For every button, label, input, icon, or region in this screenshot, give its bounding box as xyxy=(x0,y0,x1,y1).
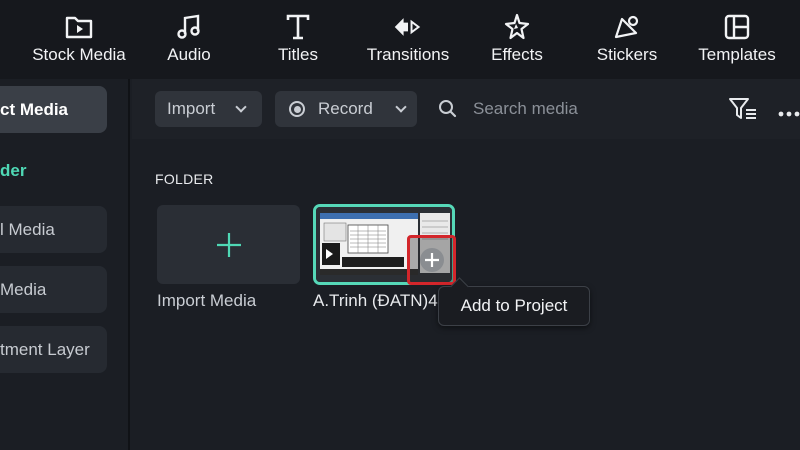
tab-audio[interactable]: Audio xyxy=(160,0,218,79)
tab-transitions[interactable]: Transitions xyxy=(364,0,452,79)
sidebar-item-cloud-media[interactable]: Media xyxy=(0,266,107,313)
tab-label: Titles xyxy=(278,45,318,64)
filter-icon[interactable] xyxy=(728,96,758,127)
sidebar-folder-label[interactable]: der xyxy=(0,161,26,181)
import-dropdown[interactable]: Import xyxy=(155,91,262,127)
search-icon xyxy=(438,99,458,124)
tab-stock-media[interactable]: Stock Media xyxy=(31,0,127,79)
sidebar-item-label: l Media xyxy=(0,219,55,239)
sidebar-item-label: Media xyxy=(0,279,47,299)
import-media-tile[interactable] xyxy=(157,205,300,284)
import-media-label: Import Media xyxy=(157,291,257,310)
add-circle-icon xyxy=(419,248,444,272)
music-note-icon xyxy=(174,12,204,42)
tab-label: Effects xyxy=(491,45,543,64)
tab-stickers[interactable]: Stickers xyxy=(595,0,659,79)
tab-label: Templates xyxy=(698,45,776,64)
plus-icon xyxy=(216,232,242,263)
tab-label: Audio xyxy=(167,45,211,64)
folder-heading: FOLDER xyxy=(155,171,214,187)
record-dropdown[interactable]: Record xyxy=(275,91,417,127)
record-label: Record xyxy=(318,99,373,118)
templates-grid-icon xyxy=(722,12,752,42)
record-icon xyxy=(289,101,305,117)
media-library: Import Record Search media FOLDER Import… xyxy=(132,79,800,450)
add-to-project-button[interactable] xyxy=(407,235,456,285)
left-panel: ct Media der l Media Media tment Layer xyxy=(0,79,130,450)
more-options-icon[interactable] xyxy=(778,105,800,123)
sidebar-item-label: tment Layer xyxy=(0,339,90,359)
media-toolbar: Import Record Search media xyxy=(132,79,800,139)
sticker-icon xyxy=(612,12,642,42)
sidebar-item-local-media[interactable]: l Media xyxy=(0,206,107,253)
folder-play-icon xyxy=(64,12,94,42)
tab-label: Stock Media xyxy=(32,45,126,64)
sidebar-item-adjustment-layer[interactable]: tment Layer xyxy=(0,326,107,373)
transitions-icon xyxy=(393,12,423,42)
effects-sparkle-icon xyxy=(502,12,532,42)
chevron-down-icon xyxy=(395,101,407,113)
tab-titles[interactable]: Titles xyxy=(270,0,326,79)
tab-label: Transitions xyxy=(366,45,450,64)
sidebar-item-project-media[interactable]: ct Media xyxy=(0,86,107,133)
tab-effects[interactable]: Effects xyxy=(489,0,545,79)
tab-label: Stickers xyxy=(596,45,658,64)
sidebar-item-label: ct Media xyxy=(0,99,69,119)
import-label: Import xyxy=(167,99,216,118)
search-input[interactable]: Search media xyxy=(473,99,578,119)
top-toolbar: Stock Media Audio Titles Transitions Eff… xyxy=(0,0,800,79)
media-item-label: A.Trinh (ĐATN)4 xyxy=(313,291,438,310)
tab-templates[interactable]: Templates xyxy=(695,0,779,79)
add-to-project-tooltip: Add to Project xyxy=(438,286,590,326)
tooltip-text: Add to Project xyxy=(460,296,568,315)
text-t-icon xyxy=(283,12,313,42)
chevron-down-icon xyxy=(235,101,247,113)
